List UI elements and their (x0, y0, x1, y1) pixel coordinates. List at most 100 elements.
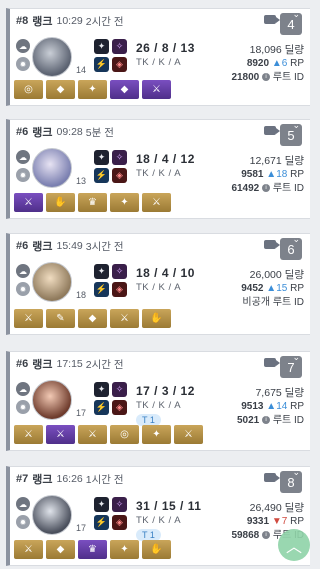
kda-label: TK / K / A (136, 515, 182, 526)
spell-slots: ☁ ✹ (16, 497, 30, 533)
video-icon[interactable] (264, 358, 280, 367)
item-icon[interactable]: ♛ (78, 540, 107, 559)
scroll-top-button[interactable]: ︿ (278, 529, 310, 561)
item-icon[interactable]: ◆ (110, 80, 139, 99)
trait-icons: ✦ ✧ ⚡ ◈ (94, 150, 128, 183)
placement: #6 (16, 240, 29, 252)
expand-badge[interactable]: 4 (280, 9, 302, 35)
item-icon[interactable]: ✋ (142, 540, 171, 559)
item-icon[interactable]: ✎ (46, 309, 75, 328)
expand-badge[interactable]: 5 (280, 120, 302, 146)
item-icon[interactable]: ♛ (78, 193, 107, 212)
item-icon[interactable]: ⚔ (78, 425, 107, 444)
trait-icon: ⚡ (94, 400, 109, 415)
trait-icon: ◈ (112, 400, 127, 415)
match-card[interactable]: #6 랭크 17:15 2시간 전 7 ☁ ✹ 17 ✦ ✧ ⚡ ◈ 17 / … (6, 351, 310, 451)
spell-icon: ☁ (16, 497, 30, 511)
item-icon[interactable]: ⚔ (46, 425, 75, 444)
match-time: 15:49 (56, 240, 83, 252)
kda-label: TK / K / A (136, 168, 182, 179)
game-mode: 랭크 (32, 127, 53, 139)
item-slots: ◎ ◆ ✦ ◆ ⚔ (14, 80, 171, 99)
route-id[interactable]: 비공개 루트 ID (241, 296, 304, 310)
rp-stat: 9581 ▲18 RP (241, 169, 304, 180)
video-icon[interactable] (264, 240, 280, 249)
damage-stat: 7,675 딜량 (255, 387, 304, 399)
video-icon[interactable] (264, 15, 280, 24)
kda-label: TK / K / A (136, 282, 182, 293)
item-icon[interactable]: ✦ (110, 540, 139, 559)
character-level: 14 (76, 65, 87, 75)
damage-stat: 26,490 딜량 (249, 502, 304, 514)
character-avatar (32, 495, 72, 535)
item-icon[interactable]: ◆ (46, 540, 75, 559)
match-card[interactable]: #7 랭크 16:26 1시간 전 8 ☁ ✹ 17 ✦ ✧ ⚡ ◈ 31 / … (6, 466, 310, 566)
item-icon[interactable]: ✦ (110, 193, 139, 212)
match-time: 16:26 (56, 473, 83, 485)
video-icon[interactable] (264, 473, 280, 482)
rp-change: ▼7 (271, 516, 288, 527)
spell-slots: ☁ ✹ (16, 39, 30, 75)
rp-change: ▲6 (271, 58, 288, 69)
item-slots: ⚔ ◆ ♛ ✦ ✋ (14, 540, 171, 559)
item-icon[interactable]: ◆ (46, 80, 75, 99)
rp-stat: 9513 ▲14 RP (241, 401, 304, 412)
time-ago: 5분 전 (85, 126, 114, 139)
kda-value: 18 / 4 / 12 (136, 152, 195, 166)
item-icon[interactable]: ◎ (14, 80, 43, 99)
trait-icon: ✧ (112, 382, 127, 397)
item-icon[interactable]: ⚔ (14, 425, 43, 444)
item-icon[interactable]: ✋ (142, 309, 171, 328)
game-mode: 랭크 (32, 16, 53, 28)
character-avatar (32, 148, 72, 188)
character-level: 17 (76, 408, 87, 418)
spell-icon: ✹ (16, 400, 30, 414)
item-icon[interactable]: ⚔ (14, 540, 43, 559)
placement: #6 (16, 358, 29, 370)
trait-icon: ✦ (94, 382, 109, 397)
item-icon[interactable]: ◆ (78, 309, 107, 328)
match-stats: 26,000 딜량 9452 ▲15 RP 비공개 루트 ID (241, 268, 304, 310)
info-icon: i (262, 184, 271, 193)
trait-icon: ◈ (112, 282, 127, 297)
item-icon[interactable]: ◎ (110, 425, 139, 444)
item-icon[interactable]: ⚔ (142, 80, 171, 99)
expand-badge[interactable]: 8 (280, 467, 302, 493)
trait-icon: ✧ (112, 264, 127, 279)
route-id[interactable]: 5021 i 루트 ID (237, 414, 304, 428)
match-time: 09:28 (56, 126, 83, 138)
expand-badge[interactable]: 6 (280, 234, 302, 260)
spell-slots: ☁ ✹ (16, 382, 30, 418)
spell-icon: ☁ (16, 382, 30, 396)
match-card[interactable]: #8 랭크 10:29 2시간 전 4 ☁ ✹ 14 ✦ ✧ ⚡ ◈ 26 / … (6, 8, 310, 106)
item-icon[interactable]: ⚔ (14, 309, 43, 328)
item-icon[interactable]: ⚔ (142, 193, 171, 212)
route-id[interactable]: 21800 i 루트 ID (231, 71, 304, 85)
item-icon[interactable]: ⚔ (174, 425, 203, 444)
game-mode: 랭크 (32, 241, 53, 253)
item-icon[interactable]: ✋ (46, 193, 75, 212)
item-slots: ⚔ ✎ ◆ ⚔ ✋ (14, 309, 171, 328)
time-ago: 2시간 전 (85, 15, 124, 28)
expand-badge[interactable]: 7 (280, 352, 302, 378)
video-icon[interactable] (264, 126, 280, 135)
item-icon[interactable]: ✦ (78, 80, 107, 99)
item-icon[interactable]: ⚔ (110, 309, 139, 328)
match-stats: 12,671 딜량 9581 ▲18 RP 61492 i 루트 ID (231, 154, 304, 196)
time-ago: 1시간 전 (85, 473, 124, 486)
match-card[interactable]: #6 랭크 09:28 5분 전 5 ☁ ✹ 13 ✦ ✧ ⚡ ◈ 18 / 4… (6, 119, 310, 219)
item-icon[interactable]: ⚔ (14, 193, 43, 212)
rp-stat: 9452 ▲15 RP (241, 283, 304, 294)
item-icon[interactable]: ✦ (142, 425, 171, 444)
game-mode: 랭크 (32, 474, 53, 486)
spell-icon: ✹ (16, 57, 30, 71)
spell-icon: ✹ (16, 515, 30, 529)
placement: #6 (16, 126, 29, 138)
trait-icon: ✦ (94, 150, 109, 165)
kda-value: 31 / 15 / 11 (136, 499, 202, 513)
route-id[interactable]: 61492 i 루트 ID (231, 182, 304, 196)
character-avatar (32, 262, 72, 302)
spell-icon: ☁ (16, 264, 30, 278)
trait-icon: ◈ (112, 57, 127, 72)
match-card[interactable]: #6 랭크 15:49 3시간 전 6 ☁ ✹ 18 ✦ ✧ ⚡ ◈ 18 / … (6, 233, 310, 335)
